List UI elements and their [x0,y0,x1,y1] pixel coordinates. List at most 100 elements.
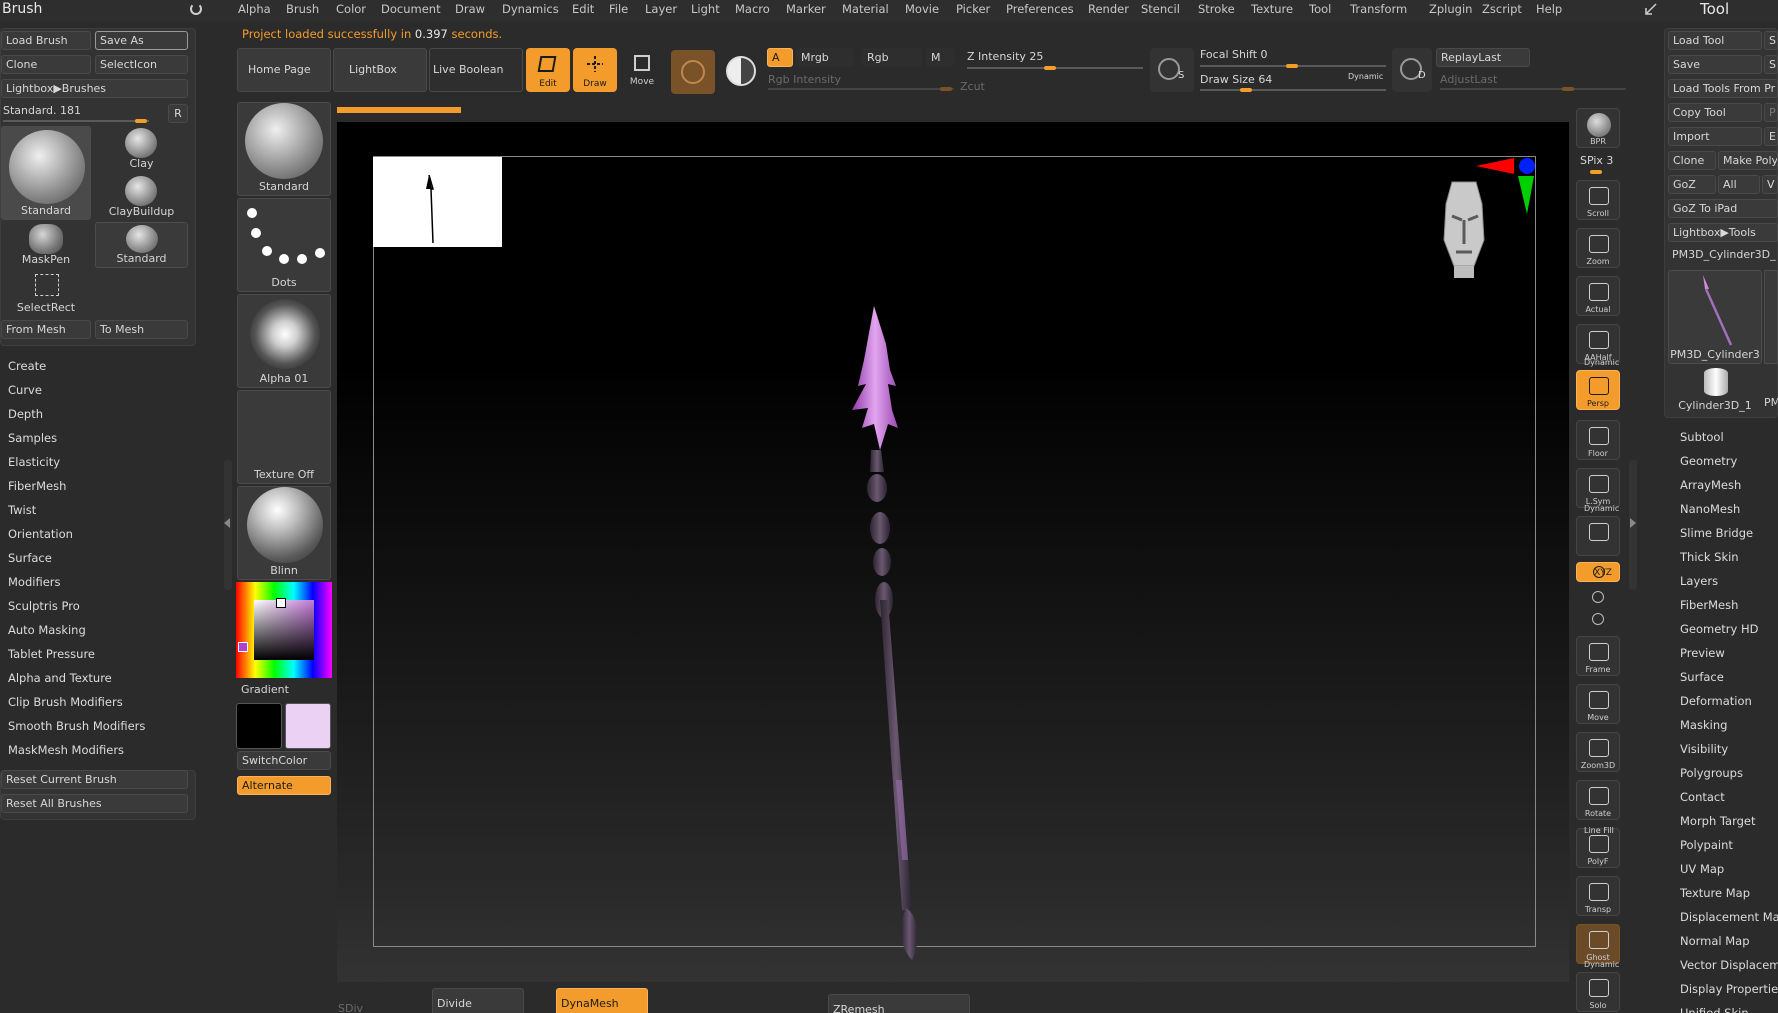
menu-marker[interactable]: Marker [786,2,826,16]
save-as-button[interactable]: Save As [95,31,188,50]
select-icon-button[interactable]: SelectIcon [95,55,188,74]
save-tool-button[interactable]: Save [1668,55,1762,74]
menu-layer[interactable]: Layer [645,2,677,16]
adjust-last-label[interactable]: AdjustLast [1440,73,1497,86]
right-tool-floor-button[interactable]: Floor [1576,420,1620,460]
right-tool-zoom-button[interactable]: Zoom [1576,228,1620,268]
menu-draw[interactable]: Draw [455,2,485,16]
tool-section-visibility[interactable]: Visibility [1680,742,1728,756]
brush-section-samples[interactable]: Samples [8,431,57,445]
save-as-tool-button-2[interactable]: S [1764,55,1778,74]
draw-size-knob[interactable] [1240,88,1252,92]
tool-section-polygroups[interactable]: Polygroups [1680,766,1743,780]
replay-last-button[interactable]: ReplayLast [1436,48,1530,67]
tool-section-subtool[interactable]: Subtool [1680,430,1724,444]
divide-button[interactable]: Divide [432,988,524,1013]
export-button[interactable]: E [1764,127,1778,146]
draw-size-label[interactable]: Draw Size 64 [1200,73,1272,86]
edit-button[interactable]: Edit [526,48,570,92]
menu-zplugin[interactable]: Zplugin [1429,2,1472,16]
paste-tool-button[interactable]: P [1764,103,1778,122]
right-tool-ghost-button[interactable]: Ghost [1576,924,1620,964]
menu-picker[interactable]: Picker [956,2,990,16]
right-tool-xyz-button[interactable]: XYZ [1576,562,1620,582]
alpha-thumb[interactable]: Alpha 01 [237,294,331,388]
brush-section-alpha-and-texture[interactable]: Alpha and Texture [8,671,112,685]
brush-section-twist[interactable]: Twist [8,503,36,517]
brush-section-modifiers[interactable]: Modifiers [8,575,61,589]
rgb-intensity-track[interactable] [768,88,954,90]
right-tool-transp-button[interactable]: Transp [1576,876,1620,916]
right-tool-scroll-button[interactable]: Scroll [1576,180,1620,220]
right-tool-tool-10-button[interactable] [1576,610,1620,630]
load-tools-from-project-button[interactable]: Load Tools From Pr [1668,79,1778,98]
copy-tool-button[interactable]: Copy Tool [1668,103,1762,122]
tool-section-deformation[interactable]: Deformation [1680,694,1752,708]
sdiv-label[interactable]: SDiv [338,1002,363,1013]
stroke-thumb[interactable]: Dots [237,198,331,292]
r-button[interactable]: R [168,104,188,123]
brush-section-curve[interactable]: Curve [8,383,42,397]
zcut-label[interactable]: Zcut [960,80,985,93]
right-tool-l-sym-button[interactable]: L.Sym [1576,468,1620,508]
tool-thumb-pm3d-cylinder3[interactable]: PM3D_Cylinder3 [1668,270,1762,364]
lightbox-tools-button[interactable]: Lightbox▶Tools [1668,223,1778,242]
tool-section-arraymesh[interactable]: ArrayMesh [1680,478,1741,492]
texture-thumb[interactable]: Texture Off [237,390,331,484]
standard-slider-knob[interactable] [135,119,147,123]
tool-section-displacement-map[interactable]: Displacement Map [1680,910,1778,924]
spix-knob[interactable] [1590,170,1602,174]
brush-section-orientation[interactable]: Orientation [8,527,73,541]
brush-section-smooth-brush-modifiers[interactable]: Smooth Brush Modifiers [8,719,145,733]
reset-all-brushes-button[interactable]: Reset All Brushes [1,794,188,813]
focal-shift-knob[interactable] [1286,64,1298,68]
tool-thumb-extra[interactable] [1764,270,1778,364]
menu-texture[interactable]: Texture [1251,2,1293,16]
a-button[interactable]: A [767,48,793,67]
right-tool-frame-button[interactable]: Frame [1576,636,1620,676]
main-color-swatch[interactable] [236,703,282,749]
tool-section-layers[interactable]: Layers [1680,574,1718,588]
home-page-button[interactable]: Home Page [237,48,331,92]
clone-brush-button[interactable]: Clone [1,55,91,74]
save-as-tool-button[interactable]: S [1764,31,1778,50]
brush-section-surface[interactable]: Surface [8,551,52,565]
goz-button[interactable]: GoZ [1668,175,1716,194]
brush-section-maskmesh-modifiers[interactable]: MaskMesh Modifiers [8,743,124,757]
menu-transform[interactable]: Transform [1350,2,1407,16]
switch-color-button[interactable]: SwitchColor [237,751,331,770]
mrgb-button[interactable]: Mrgb [796,48,854,67]
brush-section-tablet-pressure[interactable]: Tablet Pressure [8,647,95,661]
load-tool-button[interactable]: Load Tool [1668,31,1762,50]
tool-section-masking[interactable]: Masking [1680,718,1727,732]
tool-section-uv-map[interactable]: UV Map [1680,862,1724,876]
draw-button[interactable]: Draw [573,48,617,92]
current-tool-name[interactable]: PM3D_Cylinder3D_ [1672,248,1776,261]
adjust-last-knob[interactable] [1562,87,1574,91]
brush-thumb-selectrect[interactable]: SelectRect [1,270,91,316]
brush-thumb-standard[interactable]: Standard [1,126,91,220]
tool-section-geometry[interactable]: Geometry [1680,454,1737,468]
menu-stroke[interactable]: Stroke [1198,2,1235,16]
zremesher-button[interactable]: ZRemesh [828,994,970,1013]
material-sphere-button[interactable] [671,50,715,94]
goz-ipad-button[interactable]: GoZ To iPad [1668,199,1778,218]
visible-button[interactable]: V [1762,175,1778,194]
focal-shift-label[interactable]: Focal Shift 0 [1200,48,1268,61]
load-brush-button[interactable]: Load Brush [1,31,91,50]
brush-section-create[interactable]: Create [8,359,46,373]
menu-macro[interactable]: Macro [735,2,770,16]
make-polymesh-button[interactable]: Make Poly [1718,151,1778,170]
gradient-label[interactable]: Gradient [241,683,289,696]
color-picker-square[interactable] [254,600,314,660]
tool-section-display-properties[interactable]: Display Properties [1680,982,1778,996]
right-tool-persp-button[interactable]: Persp [1576,370,1620,410]
brush-section-sculptris-pro[interactable]: Sculptris Pro [8,599,80,613]
menu-render[interactable]: Render [1088,2,1129,16]
brush-section-clip-brush-modifiers[interactable]: Clip Brush Modifiers [8,695,123,709]
to-mesh-button[interactable]: To Mesh [95,320,188,339]
standard-slider-track[interactable] [3,120,149,122]
draw-size-track[interactable] [1200,89,1386,91]
color-picker-hue-marker[interactable] [276,598,286,608]
all-button[interactable]: All [1718,175,1760,194]
